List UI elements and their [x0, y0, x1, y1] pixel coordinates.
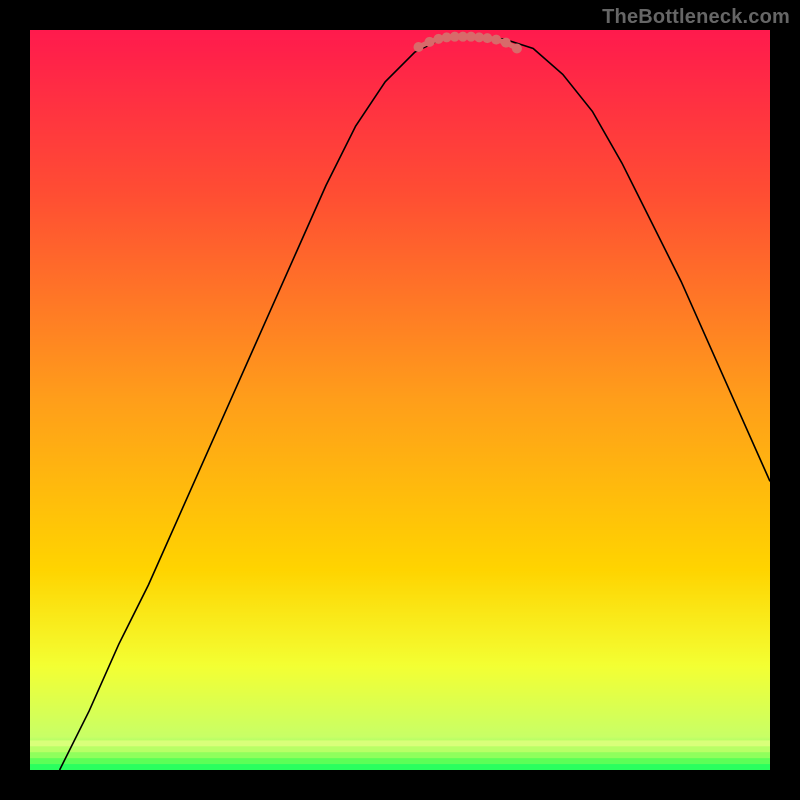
watermark-text: TheBottleneck.com [602, 6, 790, 29]
gradient-background [30, 30, 770, 770]
plot-svg [30, 30, 770, 770]
chart-stage: TheBottleneck.com [0, 0, 800, 800]
plot-frame [30, 30, 770, 770]
bottom-stripe-bands [30, 740, 770, 770]
